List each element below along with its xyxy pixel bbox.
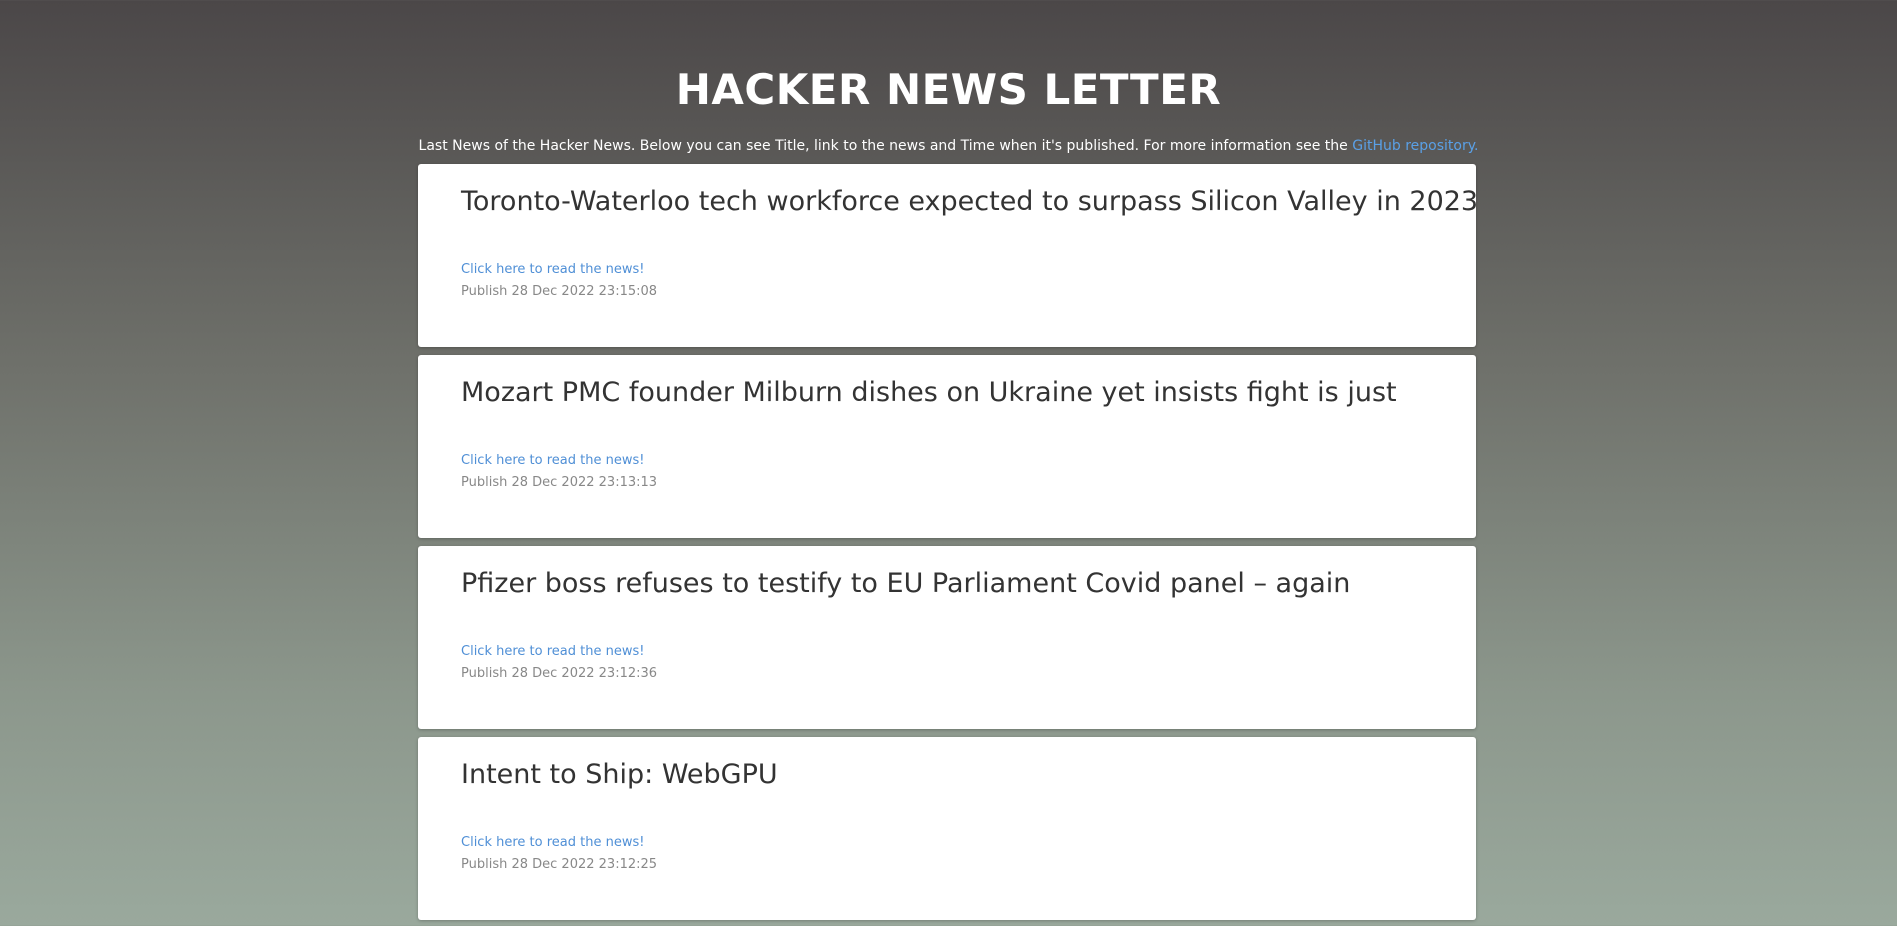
site-title: HACKER NEWS LETTER — [675, 65, 1222, 114]
read-news-link[interactable]: Click here to read the news! — [461, 834, 644, 852]
news-card: Toronto-Waterloo tech workforce expected… — [418, 164, 1479, 347]
publish-time: Publish 28 Dec 2022 23:15:08 — [461, 284, 658, 299]
news-card: Mozart PMC founder Milburn dishes on Ukr… — [418, 355, 1476, 538]
read-news-link[interactable]: Click here to read the news! — [461, 643, 644, 661]
subtitle-text: Last News of the Hacker News. Below you … — [418, 138, 1353, 154]
page: HACKER NEWS LETTER Last News of the Hack… — [0, 0, 1897, 926]
news-title: Mozart PMC founder Milburn dishes on Ukr… — [461, 377, 1397, 408]
news-card: Intent to Ship: WebGPU Click here to rea… — [418, 737, 1476, 920]
publish-time: Publish 28 Dec 2022 23:12:25 — [461, 857, 658, 872]
publish-time: Publish 28 Dec 2022 23:13:13 — [461, 475, 658, 490]
publish-time: Publish 28 Dec 2022 23:12:36 — [461, 666, 658, 681]
news-title: Pfizer boss refuses to testify to EU Par… — [461, 568, 1351, 599]
news-list: Toronto-Waterloo tech workforce expected… — [418, 164, 1479, 926]
github-repository-link[interactable]: GitHub repository. — [1352, 138, 1478, 154]
news-title: Intent to Ship: WebGPU — [461, 759, 778, 790]
read-news-link[interactable]: Click here to read the news! — [461, 261, 644, 279]
news-title: Toronto-Waterloo tech workforce expected… — [461, 186, 1479, 217]
read-news-link[interactable]: Click here to read the news! — [461, 452, 644, 470]
news-card: Pfizer boss refuses to testify to EU Par… — [418, 546, 1476, 729]
subtitle: Last News of the Hacker News. Below you … — [0, 136, 1897, 156]
